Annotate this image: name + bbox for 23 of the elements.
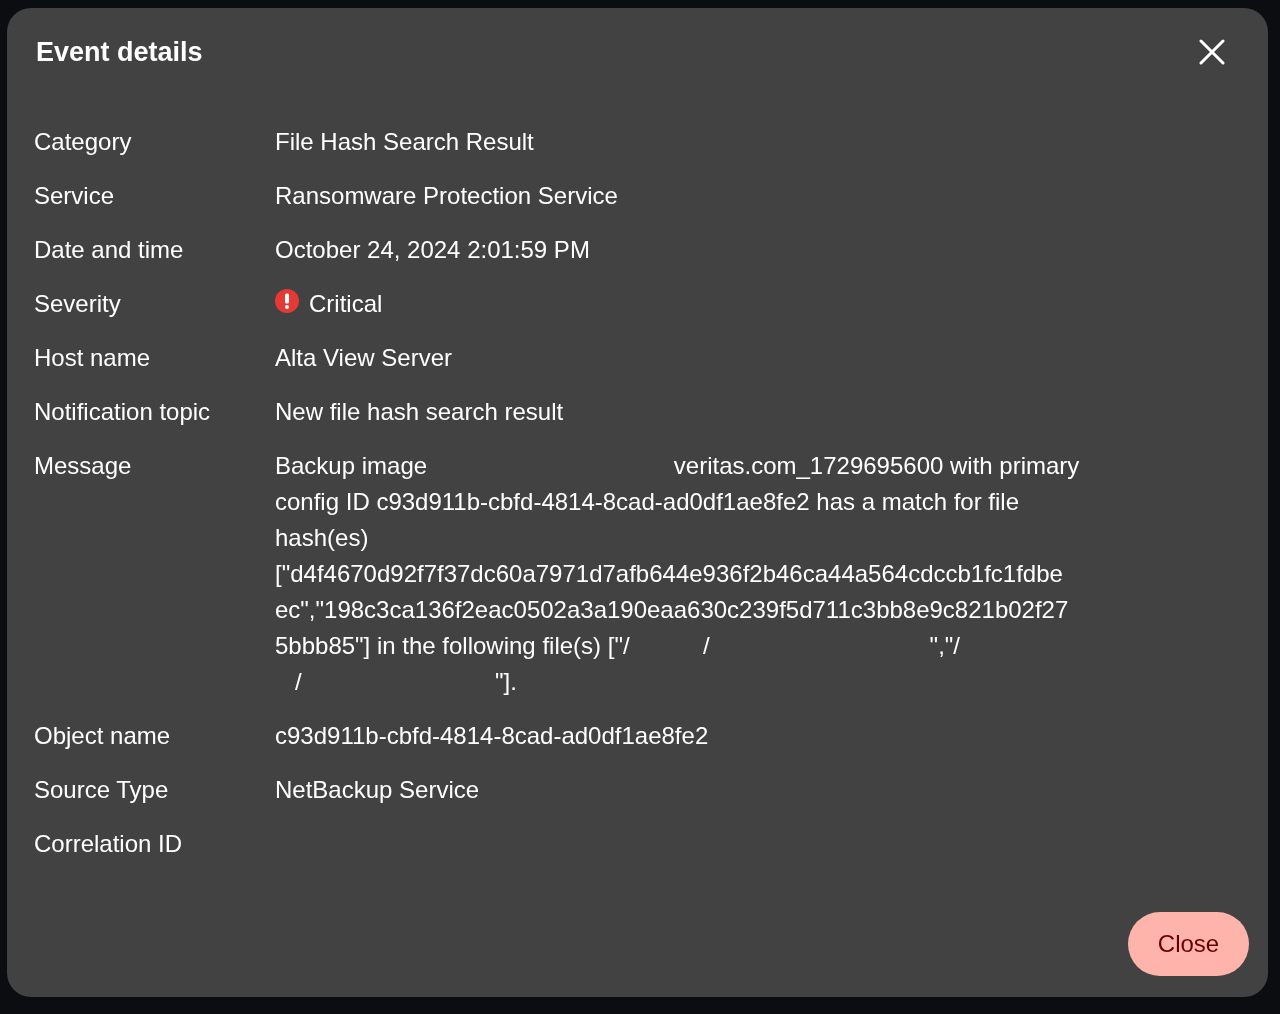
- detail-label: Object name: [34, 721, 172, 751]
- detail-value: Alta View Server: [275, 344, 452, 371]
- message-text: Backup image veritas.com_1729695600 with primary config ID c93d911b-cbfd-4814-8cad-ad0df1ae8fe2 has a match for file hash(es) ["d4f4670d92f7f37dc60a7971d7afb644e936f2b46ca44a564cdccb1fc1fdbe ec","198c3ca136f2eac0502a3a190eaa630c239f5d711c3bb8e9c821b02f27 5bbb85"] in the following file(s) ["/ / ","/ / "].: [275, 451, 1081, 697]
- detail-value: File Hash Search Result: [275, 128, 534, 155]
- detail-label: Service: [34, 181, 116, 211]
- detail-value: NetBackup Service: [275, 776, 480, 803]
- detail-label: Date and time: [34, 235, 185, 265]
- close-button[interactable]: Close: [1128, 912, 1249, 976]
- detail-label: Message: [34, 451, 133, 481]
- close-icon: [1199, 39, 1225, 65]
- dialog-title: Event details: [36, 36, 203, 69]
- detail-label: Notification topic: [34, 397, 212, 427]
- detail-label: Host name: [34, 343, 152, 373]
- detail-label: Severity: [34, 289, 122, 319]
- detail-value: c93d911b-cbfd-4814-8cad-ad0df1ae8fe2: [275, 722, 709, 749]
- detail-label: Category: [34, 127, 133, 157]
- detail-value: New file hash search result: [275, 398, 564, 425]
- detail-label: Correlation ID: [34, 829, 184, 859]
- detail-value: October 24, 2024 2:01:59 PM: [275, 236, 590, 263]
- error-icon: [275, 289, 299, 313]
- detail-value: Ransomware Protection Service: [275, 182, 618, 209]
- detail-label: Source Type: [34, 775, 170, 805]
- detail-value: Critical: [309, 289, 383, 319]
